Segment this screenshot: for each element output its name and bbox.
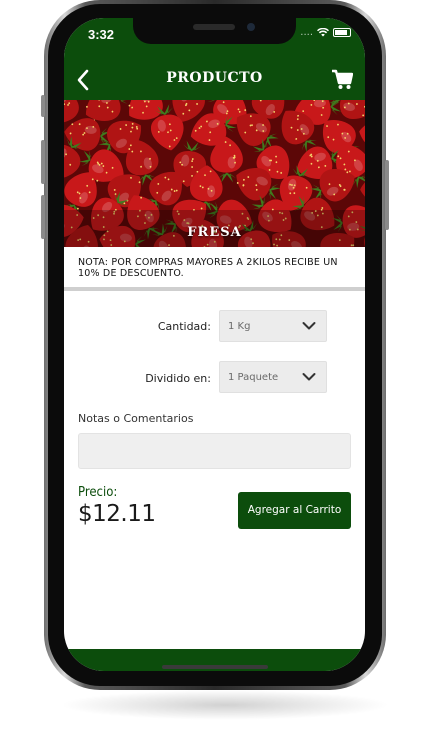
status-time: 3:32 xyxy=(88,27,115,42)
divided-value: 1 Paquete xyxy=(228,372,279,383)
discount-note: NOTA: POR COMPRAS MAYORES A 2KILOS RECIB… xyxy=(64,247,365,291)
volume-down-button xyxy=(41,195,45,239)
notch xyxy=(133,18,296,44)
divided-select[interactable]: 1 Paquete xyxy=(219,361,327,393)
product-name: FRESA xyxy=(187,225,242,240)
wifi-icon xyxy=(317,28,329,37)
status-icons: .... xyxy=(300,27,351,38)
earpiece-speaker xyxy=(193,24,235,30)
chevron-down-icon xyxy=(302,322,316,330)
battery-icon xyxy=(333,28,351,37)
cart-icon[interactable] xyxy=(331,68,353,90)
volume-up-button xyxy=(41,140,45,184)
power-button xyxy=(385,160,389,230)
quantity-select[interactable]: 1 Kg xyxy=(219,310,327,342)
front-camera xyxy=(247,23,255,31)
signal-dots: .... xyxy=(300,27,313,38)
app-screen: 3:32 .... PRODUCTO FRESA NOTA: POR COMPR… xyxy=(64,18,365,671)
add-to-cart-button[interactable]: Agregar al Carrito xyxy=(238,492,351,529)
quantity-label: Cantidad: xyxy=(157,320,211,333)
divided-label: Dividido en: xyxy=(145,372,211,385)
home-indicator[interactable] xyxy=(162,665,268,669)
discount-note-text: NOTA: POR COMPRAS MAYORES A 2KILOS RECIB… xyxy=(78,257,338,279)
price-label: Precio: xyxy=(78,485,118,500)
quantity-value: 1 Kg xyxy=(228,321,251,332)
notes-label: Notas o Comentarios xyxy=(78,412,194,425)
chevron-down-icon xyxy=(302,373,316,381)
price-value: $12.11 xyxy=(78,501,156,527)
page-title: PRODUCTO xyxy=(166,70,263,86)
mute-switch xyxy=(41,95,45,117)
notes-input[interactable] xyxy=(78,433,351,469)
phone-shadow xyxy=(60,690,390,720)
